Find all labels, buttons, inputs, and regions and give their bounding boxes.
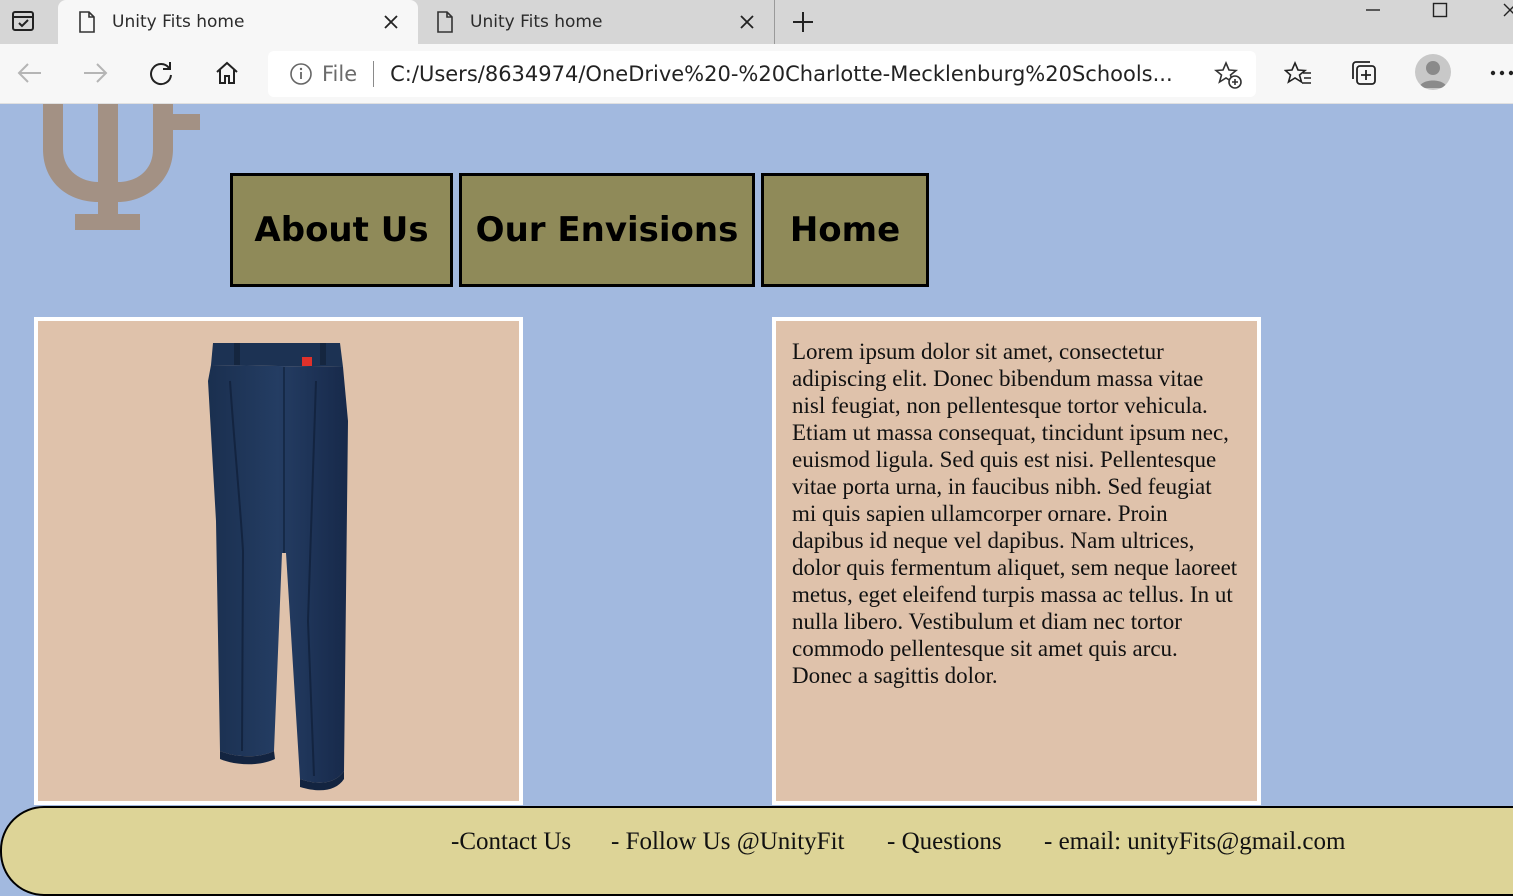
tab-title: Unity Fits home [112,12,245,32]
profile-avatar[interactable] [1415,54,1451,90]
unity-fits-logo [35,104,205,234]
nav-home-button[interactable]: Home [761,173,929,287]
user-icon [1419,61,1447,88]
forward-button[interactable] [77,56,113,90]
description-text: Lorem ipsum dolor sit amet, consectetur … [792,339,1238,688]
refresh-button[interactable] [143,56,179,90]
info-icon[interactable] [288,61,314,87]
nav-about-us-button[interactable]: About Us [230,173,453,287]
arrow-right-icon [84,63,108,83]
maximize-button[interactable] [1424,0,1456,20]
footer-bar: -Contact Us - Follow Us @UnityFit - Ques… [0,806,1513,896]
new-tab-button[interactable] [788,8,818,36]
settings-more-button[interactable] [1484,56,1513,90]
arrow-left-icon [17,63,41,83]
tab-unity-fits-home[interactable]: Unity Fits home [420,0,775,44]
page-icon [79,11,95,33]
collections-icon [1352,61,1376,85]
minimize-icon [1366,9,1380,11]
tab-title: Unity Fits home [470,12,603,32]
address-divider [373,61,375,87]
collections-button[interactable] [1346,56,1382,90]
close-icon [740,15,754,29]
plus-icon [793,12,813,32]
favorites-icon [1284,60,1311,84]
tab-actions-icon [12,11,34,31]
browser-toolbar: File C:/Users/8634974/OneDrive%20-%20Cha… [0,44,1513,104]
add-favorite-button[interactable] [1214,61,1242,89]
refresh-icon [150,62,172,86]
page-icon [437,11,453,33]
close-tab-button[interactable] [380,11,402,33]
back-button[interactable] [12,56,48,90]
navy-pants-image [208,343,348,791]
minimize-button[interactable] [1357,0,1389,20]
address-bar[interactable]: File C:/Users/8634974/OneDrive%20-%20Cha… [268,51,1256,97]
scheme-label: File [322,62,358,86]
footer-email-link[interactable]: - email: unityFits@gmail.com [1044,828,1345,856]
home-button[interactable] [209,56,245,90]
description-panel: Lorem ipsum dolor sit amet, consectetur … [772,317,1261,805]
tab-unity-fits-home-active[interactable]: Unity Fits home [58,0,418,44]
close-window-button[interactable] [1494,0,1513,20]
close-icon [384,15,398,29]
close-tab-button[interactable] [736,11,758,33]
product-image-panel [34,317,523,805]
more-icon [1490,70,1513,76]
nav-our-envisions-button[interactable]: Our Envisions [459,173,755,287]
home-icon [216,61,238,84]
url-text[interactable]: C:/Users/8634974/OneDrive%20-%20Charlott… [390,62,1180,86]
star-add-icon [1214,61,1242,89]
favorites-button[interactable] [1280,56,1316,90]
tab-actions-button[interactable] [8,8,38,34]
tab-strip: Unity Fits home Unity Fits home [0,0,1513,44]
maximize-icon [1432,2,1448,18]
close-icon [1503,3,1513,17]
footer-contact-us-link[interactable]: -Contact Us [451,828,571,856]
footer-questions-link[interactable]: - Questions [887,828,1002,856]
footer-follow-us-link[interactable]: - Follow Us @UnityFit [611,828,844,856]
